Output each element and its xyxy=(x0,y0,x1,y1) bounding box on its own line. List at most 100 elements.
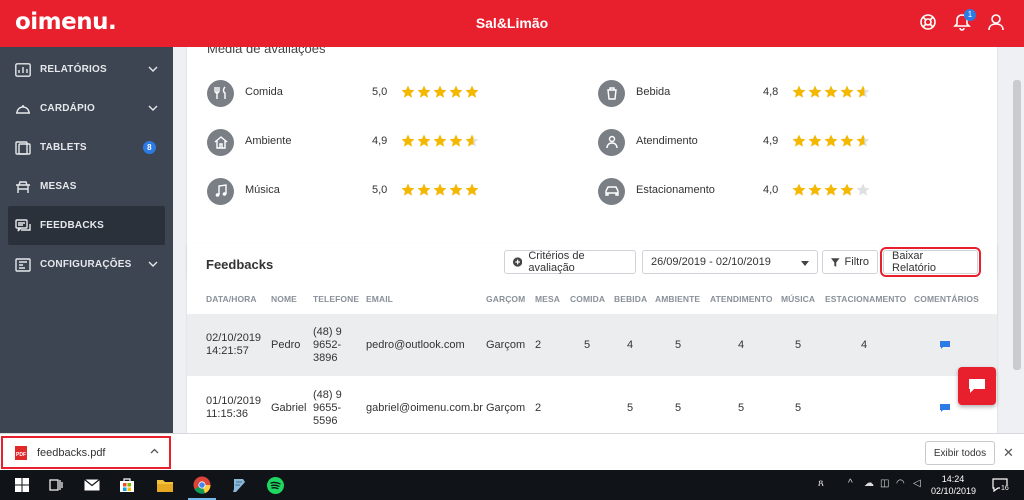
cell-datetime: 01/10/2019 11:15:36 xyxy=(206,395,261,421)
notes-app-icon[interactable] xyxy=(229,475,249,495)
sidebar-item-mesas[interactable]: MESAS xyxy=(0,167,173,206)
sidebar-item-configuracoes[interactable]: CONFIGURAÇÕES xyxy=(0,245,173,284)
filter-button-label: Filtro xyxy=(844,256,869,268)
star-icon xyxy=(840,85,854,98)
rating-stars xyxy=(792,134,870,147)
volume-icon[interactable]: ◁ xyxy=(913,478,921,489)
file-explorer-icon[interactable] xyxy=(155,475,175,495)
date-range-select[interactable]: 26/09/2019 - 02/10/2019 xyxy=(642,250,818,274)
star-icon xyxy=(417,85,431,98)
sidebar-item-feedbacks[interactable]: FEEDBACKS xyxy=(8,206,165,245)
sidebar-item-label: TABLETS xyxy=(40,142,87,153)
col-header-comentarios[interactable]: COMENTÁRIOS xyxy=(914,294,979,304)
rating-ambiente: Ambiente 4,9 xyxy=(207,125,507,159)
cell-table: 2 xyxy=(535,339,542,351)
cloud-icon[interactable]: ☁ xyxy=(864,478,874,489)
cell-drink: 5 xyxy=(627,402,634,414)
col-header-estacionamento[interactable]: ESTACIONAMENTO xyxy=(825,294,906,304)
sidebar-item-label: FEEDBACKS xyxy=(40,220,105,231)
chat-button[interactable] xyxy=(958,367,996,405)
star-icon xyxy=(824,85,838,98)
sidebar: RELATÓRIOS CARDÁPIO TABLETS 8 MESAS FEED… xyxy=(0,47,173,433)
rating-stars xyxy=(792,183,870,196)
sidebar-item-tablets[interactable]: TABLETS 8 xyxy=(0,128,173,167)
rating-label: Atendimento xyxy=(636,135,698,147)
star-icon xyxy=(840,134,854,147)
comment-icon[interactable] xyxy=(940,404,950,412)
windows-start-icon[interactable] xyxy=(12,475,32,495)
rating-stars xyxy=(401,183,479,196)
page-scrollbar[interactable] xyxy=(1013,80,1021,370)
chevron-up-icon[interactable] xyxy=(150,448,159,454)
rating-estacionamento: Estacionamento 4,0 xyxy=(598,174,898,208)
mail-icon[interactable] xyxy=(82,475,102,495)
action-center-icon[interactable]: 16 xyxy=(990,475,1010,495)
sidebar-item-relatorios[interactable]: RELATÓRIOS xyxy=(0,50,173,89)
clock[interactable]: 14:24 02/10/2019 xyxy=(931,473,976,497)
col-header-bebida[interactable]: BEBIDA xyxy=(614,294,647,304)
col-header-email[interactable]: EMAIL xyxy=(366,294,393,304)
star-icon xyxy=(417,134,431,147)
music-icon xyxy=(207,177,234,205)
col-header-telefone[interactable]: TELEFONE xyxy=(313,294,359,304)
download-report-button[interactable]: Baixar Relatório xyxy=(880,247,981,277)
user-icon[interactable] xyxy=(986,12,1006,32)
cell-service: 4 xyxy=(738,339,745,351)
car-icon xyxy=(598,177,625,205)
rating-label: Comida xyxy=(245,86,283,98)
col-header-ambiente[interactable]: AMBIENTE xyxy=(655,294,700,304)
star-icon xyxy=(401,134,415,147)
chrome-icon[interactable] xyxy=(192,475,212,495)
cell-datetime: 02/10/2019 14:21:57 xyxy=(206,332,261,358)
star-icon xyxy=(856,134,870,147)
col-header-mesa[interactable]: MESA xyxy=(535,294,560,304)
top-bar: oimenu. Sal&Limão 1 xyxy=(0,0,1024,47)
wifi-icon[interactable]: ◠ xyxy=(896,478,905,489)
download-bar: PDF feedbacks.pdf Exibir todos ✕ xyxy=(0,433,1024,470)
star-icon xyxy=(401,183,415,196)
star-icon xyxy=(433,85,447,98)
people-icon[interactable]: ጸ xyxy=(818,478,824,489)
star-icon xyxy=(792,183,806,196)
comment-icon[interactable] xyxy=(940,341,950,349)
star-icon xyxy=(808,85,822,98)
col-header-datahora[interactable]: DATA/HORA xyxy=(206,294,257,304)
date-range-value: 26/09/2019 - 02/10/2019 xyxy=(651,256,771,268)
rating-stars xyxy=(401,134,479,147)
bell-icon[interactable]: 1 xyxy=(952,9,976,32)
chart-icon xyxy=(14,62,32,78)
network-icon[interactable]: ◫ xyxy=(880,478,889,489)
rating-label: Ambiente xyxy=(245,135,292,147)
cell-waiter: Garçom xyxy=(486,402,526,414)
cell-ambient: 5 xyxy=(675,402,682,414)
show-all-button[interactable]: Exibir todos xyxy=(925,441,995,465)
chevron-up-icon[interactable]: ^ xyxy=(848,478,853,489)
col-header-atendimento[interactable]: ATENDIMENTO xyxy=(710,294,773,304)
rating-value: 5,0 xyxy=(372,184,388,196)
col-header-garcom[interactable]: GARÇOM xyxy=(486,294,525,304)
plus-circle-icon xyxy=(513,257,523,267)
help-icon[interactable] xyxy=(918,12,938,32)
download-item[interactable]: PDF feedbacks.pdf xyxy=(1,436,171,469)
close-icon[interactable]: ✕ xyxy=(1003,445,1014,461)
col-header-comida[interactable]: COMIDA xyxy=(570,294,605,304)
spotify-icon[interactable] xyxy=(265,475,285,495)
task-view-icon[interactable] xyxy=(46,475,66,495)
col-header-nome[interactable]: NOME xyxy=(271,294,297,304)
star-icon xyxy=(417,183,431,196)
sidebar-item-cardapio[interactable]: CARDÁPIO xyxy=(0,89,173,128)
cell-music: 5 xyxy=(795,402,802,414)
filter-button[interactable]: Filtro xyxy=(822,250,878,274)
cell-phone-part: 3896 xyxy=(313,352,338,364)
criteria-button[interactable]: Critérios de avaliação xyxy=(504,250,636,274)
rating-value: 4,8 xyxy=(763,86,779,98)
rating-label: Bebida xyxy=(636,86,671,98)
feedbacks-title: Feedbacks xyxy=(206,257,274,272)
star-icon xyxy=(449,183,463,196)
col-header-musica[interactable]: MÚSICA xyxy=(781,294,815,304)
rating-label: Estacionamento xyxy=(636,184,715,196)
cell-time: 11:15:36 xyxy=(206,408,249,420)
sidebar-item-label: CARDÁPIO xyxy=(40,103,95,114)
store-icon[interactable] xyxy=(117,475,137,495)
table-row[interactable] xyxy=(187,314,997,376)
